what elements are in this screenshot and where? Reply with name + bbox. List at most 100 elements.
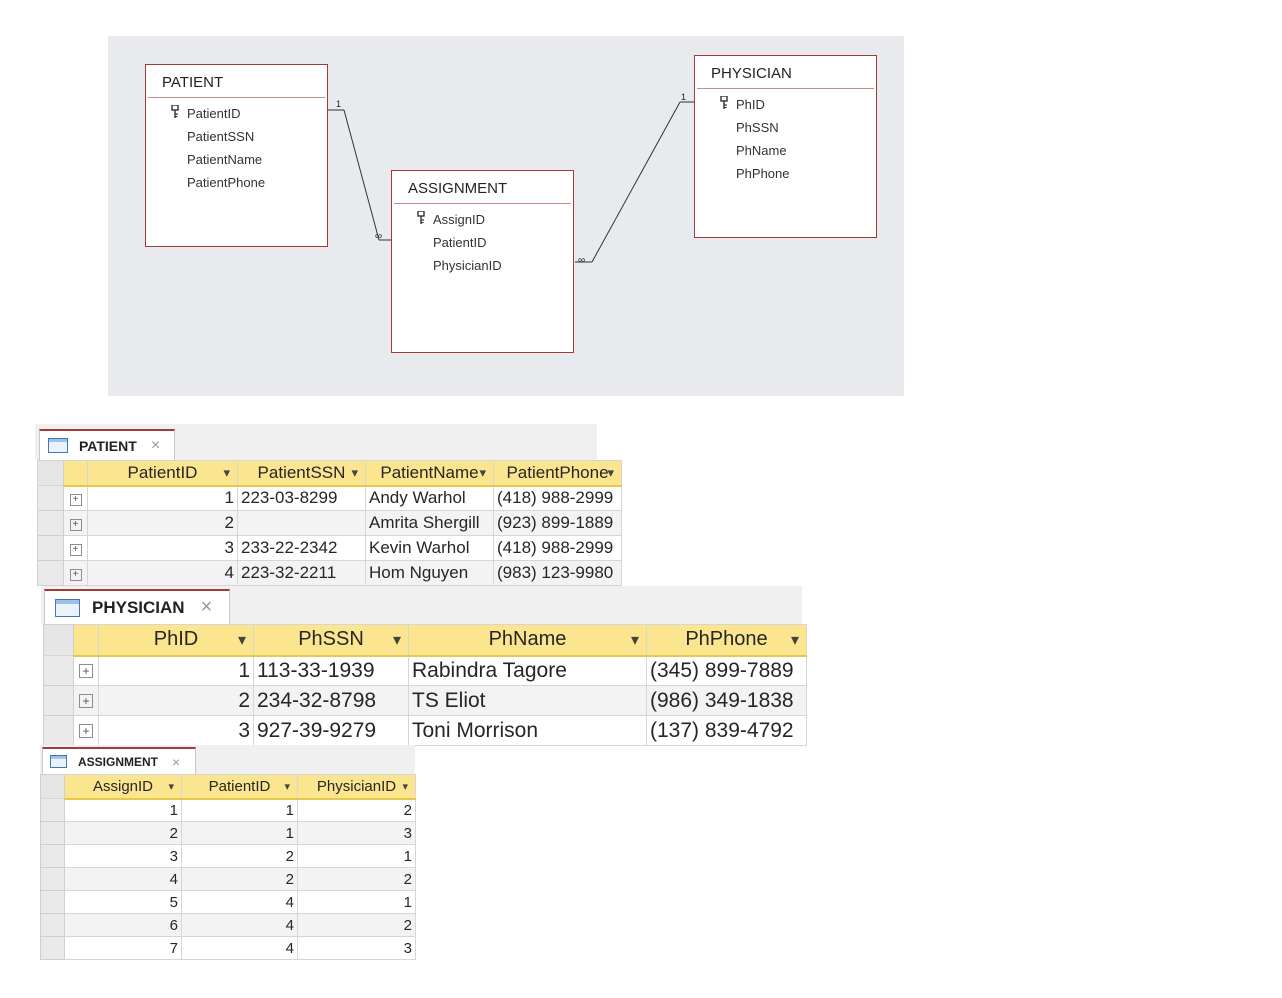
table-cell[interactable]: TS Eliot [408,685,647,716]
physician-field[interactable]: PhID [695,93,876,116]
dropdown-arrow-icon[interactable]: ▾ [223,465,230,481]
physician-field[interactable]: PhName [695,139,876,162]
table-row[interactable]: 112 [40,798,416,822]
table-cell[interactable]: Kevin Warhol [365,535,494,561]
column-header[interactable]: PhID ▾ [98,624,254,657]
table-cell[interactable]: 927-39-9279 [253,715,409,746]
tab-patient[interactable]: PATIENT × [39,429,175,460]
table-cell[interactable]: 233-22-2342 [237,535,366,561]
table-cell[interactable]: (418) 988-2999 [493,485,622,511]
table-cell[interactable]: 1 [64,798,182,822]
table-cell[interactable]: 3 [297,821,416,845]
table-cell[interactable]: 2 [297,867,416,891]
patient-field[interactable]: PatientID [146,102,327,125]
table-cell[interactable]: Rabindra Tagore [408,655,647,686]
dropdown-arrow-icon[interactable]: ▾ [238,630,246,650]
table-row[interactable]: 642 [40,913,416,937]
table-cell[interactable]: 4 [87,560,238,586]
expand-icon[interactable]: + [69,519,82,531]
table-cell[interactable]: (923) 899-1889 [493,510,622,536]
assignment-field[interactable]: PatientID [392,231,573,254]
table-cell[interactable]: 2 [98,685,254,716]
row-selector[interactable] [40,844,65,868]
table-cell[interactable]: 1 [181,821,298,845]
assignment-field[interactable]: PhysicianID [392,254,573,277]
table-row[interactable]: +4 223-32-2211 Hom Nguyen (983) 123-9980 [37,560,622,586]
table-cell[interactable]: 2 [64,821,182,845]
table-cell[interactable]: 3 [98,715,254,746]
patient-field[interactable]: PatientName [146,148,327,171]
table-cell[interactable]: 4 [181,890,298,914]
dropdown-arrow-icon[interactable]: ▾ [284,780,290,793]
column-header[interactable]: PatientID ▾ [181,774,298,800]
row-selector[interactable] [40,936,65,960]
table-cell[interactable]: 3 [87,535,238,561]
dropdown-arrow-icon[interactable]: ▾ [168,780,174,793]
dropdown-arrow-icon[interactable]: ▾ [791,630,799,650]
row-selector[interactable] [37,560,64,586]
table-cell[interactable]: 5 [64,890,182,914]
expand-icon[interactable]: + [69,544,82,556]
column-header[interactable]: AssignID ▾ [64,774,182,800]
expand-icon[interactable]: + [79,693,93,708]
table-cell[interactable]: 7 [64,936,182,960]
expand-icon[interactable]: + [69,569,82,581]
table-row[interactable]: 321 [40,844,416,868]
row-selector[interactable] [40,821,65,845]
row-selector[interactable] [43,715,74,746]
table-cell[interactable]: 223-03-8299 [237,485,366,511]
close-icon[interactable]: × [151,437,160,455]
table-row[interactable]: +2 Amrita Shergill (923) 899-1889 [37,510,622,536]
table-cell[interactable]: Amrita Shergill [365,510,494,536]
table-row[interactable]: 422 [40,867,416,891]
physician-field[interactable]: PhSSN [695,116,876,139]
table-row[interactable]: +1 223-03-8299 Andy Warhol (418) 988-2999 [37,485,622,511]
table-cell[interactable]: 1 [181,798,298,822]
column-header[interactable]: PatientName ▾ [365,460,494,487]
table-cell[interactable]: 3 [297,936,416,960]
table-cell[interactable]: (418) 988-2999 [493,535,622,561]
table-cell[interactable]: (137) 839-4792 [646,715,807,746]
table-cell[interactable]: 6 [64,913,182,937]
row-selector[interactable] [43,685,74,716]
table-cell[interactable]: 2 [181,844,298,868]
table-cell[interactable]: 2 [297,798,416,822]
table-cell[interactable]: 223-32-2211 [237,560,366,586]
table-cell[interactable]: (983) 123-9980 [493,560,622,586]
select-all-corner[interactable] [37,460,64,486]
expand-icon[interactable]: + [79,663,93,678]
table-cell[interactable]: 2 [87,510,238,536]
dropdown-arrow-icon[interactable]: ▾ [393,630,401,650]
table-cell[interactable]: (345) 899-7889 [646,655,807,686]
column-header[interactable]: PatientSSN ▾ [237,460,366,487]
dropdown-arrow-icon[interactable]: ▾ [631,630,639,650]
tab-assignment[interactable]: ASSIGNMENT × [42,747,196,774]
table-cell[interactable]: 1 [297,844,416,868]
tab-physician[interactable]: PHYSICIAN × [44,589,230,624]
row-selector[interactable] [40,867,65,891]
row-selector[interactable] [40,798,65,822]
table-cell[interactable]: 1 [87,485,238,511]
table-cell[interactable]: 2 [181,867,298,891]
row-selector[interactable] [37,535,64,561]
dropdown-arrow-icon[interactable]: ▾ [402,780,408,793]
table-row[interactable]: +3 233-22-2342 Kevin Warhol (418) 988-2999 [37,535,622,561]
select-all-corner[interactable] [40,774,65,799]
table-cell[interactable]: Andy Warhol [365,485,494,511]
column-header[interactable]: PatientPhone ▾ [493,460,622,487]
table-cell[interactable]: 2 [297,913,416,937]
column-header[interactable]: PhSSN ▾ [253,624,409,657]
table-cell[interactable]: Hom Nguyen [365,560,494,586]
row-selector[interactable] [40,890,65,914]
row-selector[interactable] [37,485,64,511]
column-header[interactable]: PatientID ▾ [87,460,238,487]
expand-icon[interactable]: + [79,723,93,738]
expand-icon[interactable]: + [69,494,82,507]
table-cell[interactable]: 1 [297,890,416,914]
table-cell[interactable] [237,510,366,536]
table-cell[interactable]: 113-33-1939 [253,655,409,686]
table-row[interactable]: 743 [40,936,416,960]
row-selector[interactable] [40,913,65,937]
patient-field[interactable]: PatientPhone [146,171,327,194]
table-row[interactable]: +1 113-33-1939 Rabindra Tagore (345) 899-78… [43,655,807,686]
